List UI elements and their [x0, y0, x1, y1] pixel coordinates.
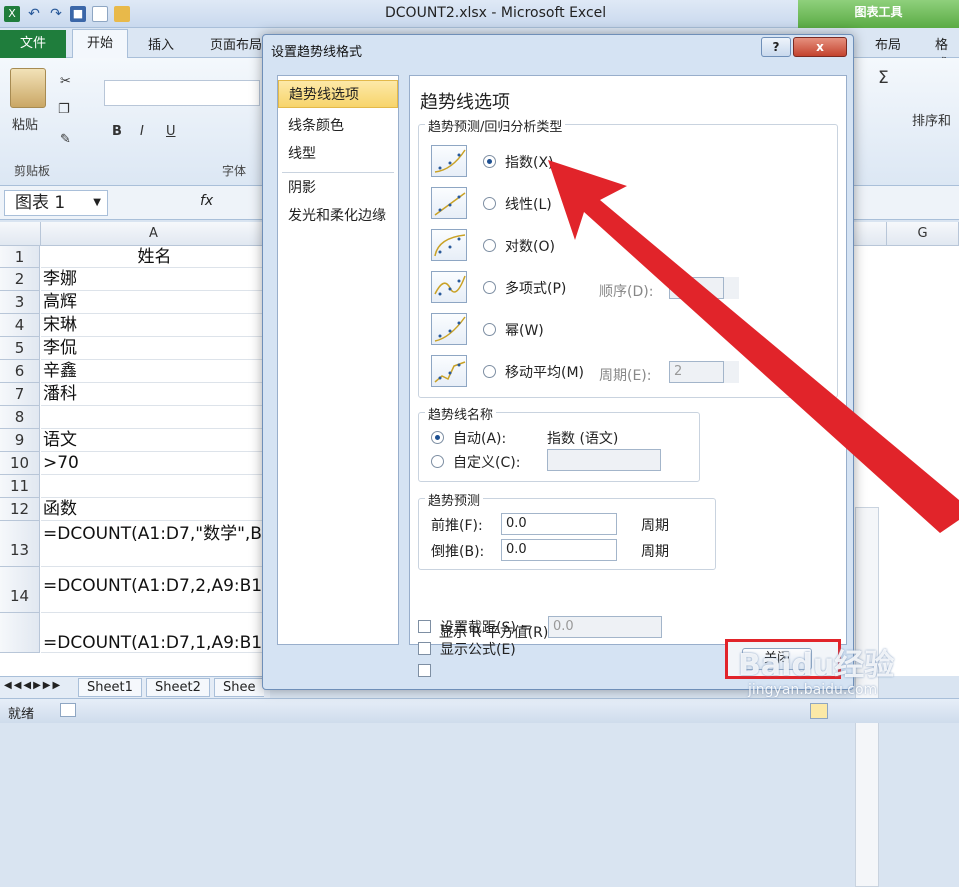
- baidu-watermark: Baidu经验: [738, 648, 895, 683]
- baidu-watermark-url: jingyan.baidu.com: [748, 682, 878, 698]
- red-arrow-annotation: [548, 160, 959, 533]
- arrow-shape: [548, 160, 959, 533]
